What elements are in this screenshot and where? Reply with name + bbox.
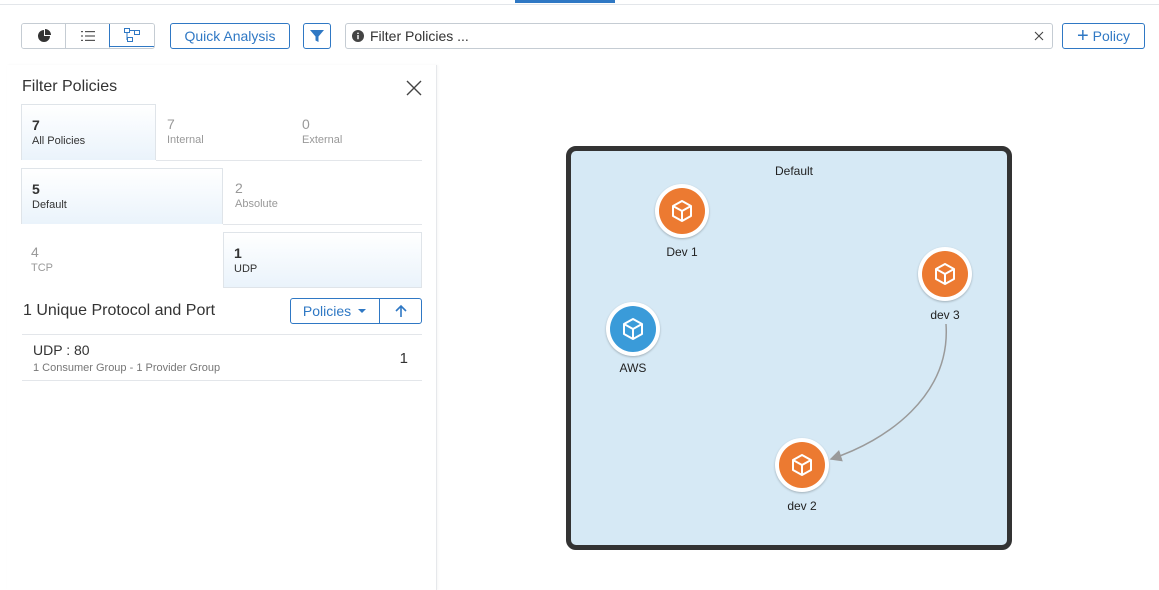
tile-count: 7 xyxy=(32,117,40,133)
tile-count: 5 xyxy=(32,181,40,197)
tile-count: 7 xyxy=(167,116,175,132)
tile-count: 4 xyxy=(31,244,39,260)
tile-default[interactable]: 5 Default xyxy=(21,168,223,224)
node-inner xyxy=(610,306,656,352)
cube-icon xyxy=(623,318,643,340)
panel-title: Filter Policies xyxy=(22,78,118,95)
tile-absolute[interactable]: 2 Absolute xyxy=(225,168,422,224)
tile-count: 0 xyxy=(302,116,310,132)
close-panel-icon[interactable] xyxy=(403,77,425,99)
quick-analysis-button[interactable]: Quick Analysis xyxy=(170,23,290,49)
header-divider xyxy=(0,4,1159,5)
sort-ascending-button[interactable] xyxy=(379,298,422,324)
tile-all-policies[interactable]: 7 All Policies xyxy=(21,104,156,160)
tile-udp[interactable]: 1 UDP xyxy=(223,232,422,288)
policies-dropdown[interactable]: Policies xyxy=(290,298,380,324)
toolbar: Quick Analysis + Policy xyxy=(0,20,1159,54)
filter-search-box xyxy=(345,23,1053,49)
node-inner xyxy=(922,251,968,297)
node-aws[interactable] xyxy=(606,302,660,356)
funnel-icon xyxy=(310,30,324,42)
add-policy-button[interactable]: + Policy xyxy=(1062,23,1145,49)
filter-policies-panel: Filter Policies 7 All Policies 7 Interna… xyxy=(7,65,437,590)
cube-icon xyxy=(792,454,812,476)
protocol-groups: 1 Consumer Group - 1 Provider Group xyxy=(33,362,221,374)
node-label: Dev 1 xyxy=(666,245,698,259)
active-tab-indicator xyxy=(515,0,615,3)
filter-policies-input[interactable] xyxy=(370,28,1026,44)
topology-view-button[interactable] xyxy=(109,24,154,47)
node-dev-3[interactable] xyxy=(918,247,972,301)
tile-label: Default xyxy=(32,199,67,211)
node-label: dev 2 xyxy=(787,499,817,513)
tile-label: All Policies xyxy=(32,135,86,147)
policy-graph: Default Dev 1 dev 3 AWS dev 2 xyxy=(566,146,1012,550)
topology-icon xyxy=(124,28,140,42)
divider xyxy=(22,380,422,381)
tile-label: External xyxy=(302,134,343,146)
unique-protocol-title: 1 Unique Protocol and Port xyxy=(23,302,216,319)
node-label: AWS xyxy=(619,361,647,375)
divider xyxy=(223,224,422,225)
arrow-up-icon xyxy=(394,304,407,317)
group-title: Default xyxy=(774,164,814,178)
pie-view-button[interactable] xyxy=(22,24,66,48)
tile-label: Internal xyxy=(167,134,204,146)
pie-chart-icon xyxy=(37,29,51,42)
protocol-port: UDP : 80 xyxy=(33,342,90,358)
tile-external[interactable]: 0 External xyxy=(292,104,422,160)
add-policy-label: Policy xyxy=(1092,28,1131,44)
node-label: dev 3 xyxy=(930,308,960,322)
tile-label: TCP xyxy=(31,262,53,274)
protocol-row[interactable]: UDP : 80 1 Consumer Group - 1 Provider G… xyxy=(22,335,422,380)
tile-tcp[interactable]: 4 TCP xyxy=(21,232,223,288)
list-view-button[interactable] xyxy=(66,24,110,48)
tile-label: UDP xyxy=(234,263,258,275)
node-inner xyxy=(659,188,705,234)
cube-icon xyxy=(935,263,955,285)
cube-icon xyxy=(672,200,692,222)
tile-label: Absolute xyxy=(235,198,278,210)
tile-count: 1 xyxy=(234,245,242,261)
tile-count: 2 xyxy=(235,180,243,196)
close-icon xyxy=(1034,31,1044,41)
view-switcher xyxy=(21,23,155,49)
filter-button[interactable] xyxy=(303,23,331,49)
policies-dropdown-label: Policies xyxy=(302,303,352,319)
caret-down-icon xyxy=(358,309,367,313)
plus-icon: + xyxy=(1076,25,1089,47)
list-icon xyxy=(80,31,95,41)
divider xyxy=(156,160,422,161)
node-inner xyxy=(779,442,825,488)
protocol-count: 1 xyxy=(399,350,408,367)
clear-search-button[interactable] xyxy=(1026,24,1052,48)
node-dev-2[interactable] xyxy=(775,438,829,492)
info-icon xyxy=(352,30,364,42)
node-dev-1[interactable] xyxy=(655,184,709,238)
tile-internal[interactable]: 7 Internal xyxy=(157,104,287,160)
